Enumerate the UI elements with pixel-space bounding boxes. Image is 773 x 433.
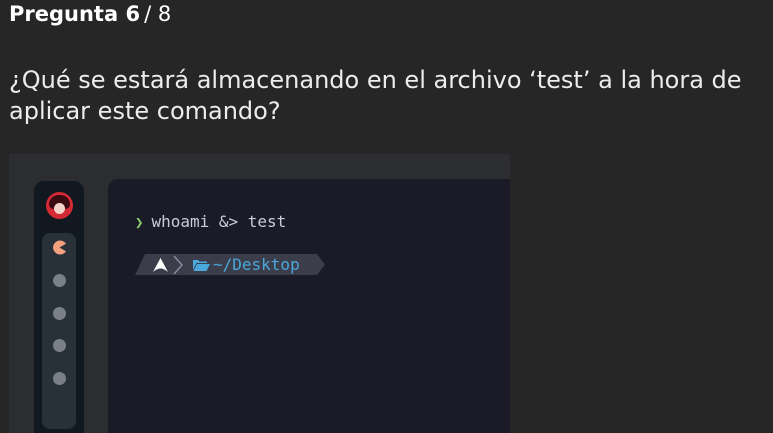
workspace-dot-2[interactable] [53,274,66,287]
arch-linux-icon [153,258,168,272]
workspace-list [42,233,76,429]
terminal-window[interactable]: ❯ whoami &> test ~/Desktop [108,179,510,433]
question-total: 8 [157,2,172,26]
chevron-right-icon: ❯ [135,215,144,231]
question-text: ¿Qué se estará almacenando en el archivo… [9,66,742,125]
workspace-dot-5[interactable] [53,372,66,385]
terminal-screenshot: ❯ whoami &> test ~/Desktop [9,154,510,433]
command-text: whoami &> test [151,212,287,231]
question-number: Pregunta 6 [9,2,141,26]
prompt-path: ~/Desktop [213,255,300,274]
workspace-sidebar [34,181,84,433]
question-header: Pregunta 6/ 8 [9,2,171,26]
chevron-right-icon [173,255,183,275]
workspace-dot-3[interactable] [53,307,66,320]
pacman-icon [53,240,66,255]
workspace-dot-4[interactable] [53,339,66,352]
avatar-logo-icon [46,192,73,219]
question-separator: / [144,2,152,26]
command-line: ❯ whoami &> test [135,212,286,231]
shell-prompt: ~/Desktop [135,254,325,275]
folder-open-icon [193,260,210,271]
